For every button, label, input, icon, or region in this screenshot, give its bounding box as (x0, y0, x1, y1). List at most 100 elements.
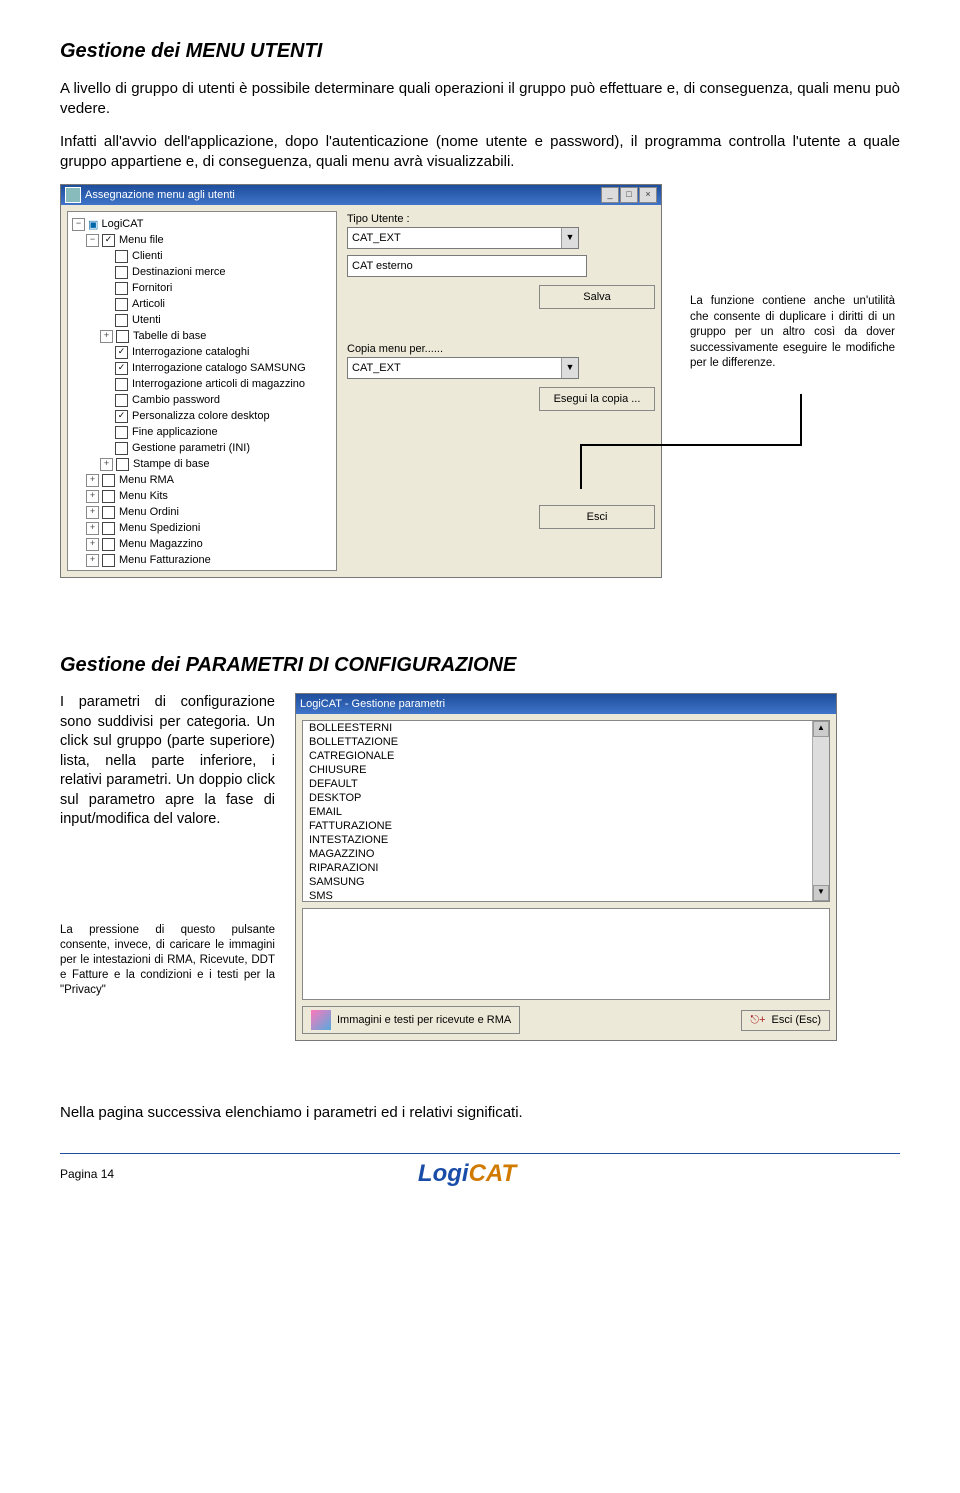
checkbox[interactable] (102, 570, 115, 572)
checkbox[interactable] (115, 362, 128, 375)
checkbox[interactable] (115, 442, 128, 455)
logicat-logo: LogiCAT (418, 1160, 516, 1188)
tree-item[interactable]: Cambio password (72, 392, 332, 408)
tipo-utente-label: Tipo Utente : (347, 213, 655, 225)
tree-label: Menu Ordini (119, 506, 179, 518)
tree-item[interactable]: +Menu Magazzino (72, 536, 332, 552)
tree-label: Menu Kits (119, 490, 168, 502)
tree-item[interactable]: Destinazioni merce (72, 264, 332, 280)
salva-button[interactable]: Salva (539, 285, 655, 309)
checkbox[interactable] (102, 522, 115, 535)
list-item[interactable]: CHIUSURE (303, 763, 829, 777)
menu-tree[interactable]: −▣ LogiCAT−Menu fileClienti Destinazioni … (67, 211, 337, 571)
tree-label: Interrogazione articoli di magazzino (132, 378, 305, 390)
list-item[interactable]: CATREGIONALE (303, 749, 829, 763)
chevron-down-icon[interactable]: ▼ (561, 358, 578, 378)
closing-text: Nella pagina successiva elenchiamo i par… (60, 1103, 900, 1123)
checkbox[interactable] (116, 330, 129, 343)
scroll-down-icon[interactable]: ▼ (813, 885, 829, 901)
tree-item[interactable]: Fine applicazione (72, 424, 332, 440)
tree-item[interactable]: +Tabelle di base (72, 328, 332, 344)
app-icon (65, 187, 81, 203)
right-panel: Tipo Utente : CAT_EXT ▼ CAT esterno Salv… (337, 211, 655, 571)
checkbox[interactable] (115, 426, 128, 439)
checkbox[interactable] (115, 346, 128, 359)
checkbox[interactable] (102, 538, 115, 551)
chevron-down-icon[interactable]: ▼ (561, 228, 578, 248)
tree-item[interactable]: Articoli (72, 296, 332, 312)
tree-item[interactable]: Utenti (72, 312, 332, 328)
checkbox[interactable] (102, 474, 115, 487)
tree-item[interactable]: Personalizza colore desktop (72, 408, 332, 424)
tree-item[interactable]: Interrogazione articoli di magazzino (72, 376, 332, 392)
tree-item[interactable]: +Menu Kits (72, 488, 332, 504)
tipo-utente-desc: CAT esterno (347, 255, 587, 277)
list-item[interactable]: SAMSUNG (303, 875, 829, 889)
list-item[interactable]: DEFAULT (303, 777, 829, 791)
list-item[interactable]: DESKTOP (303, 791, 829, 805)
tree-item[interactable]: Interrogazione cataloghi (72, 344, 332, 360)
esci-button[interactable]: Esci (539, 505, 655, 529)
list-item[interactable]: BOLLETTAZIONE (303, 735, 829, 749)
scrollbar[interactable]: ▲ ▼ (812, 721, 829, 901)
tree-item[interactable]: Interrogazione catalogo SAMSUNG (72, 360, 332, 376)
list-item[interactable]: MAGAZZINO (303, 847, 829, 861)
checkbox[interactable] (115, 394, 128, 407)
tree-root[interactable]: −▣ LogiCAT (72, 216, 332, 232)
close-button[interactable]: × (639, 187, 657, 203)
tree-label: Menu Fatturazione (119, 554, 211, 566)
checkbox[interactable] (115, 250, 128, 263)
minimize-button[interactable]: _ (601, 187, 619, 203)
list-item[interactable]: EMAIL (303, 805, 829, 819)
tree-item[interactable]: +Stampe di base (72, 456, 332, 472)
list-item[interactable]: INTESTAZIONE (303, 833, 829, 847)
tree-item[interactable]: Gestione parametri (INI) (72, 440, 332, 456)
section1-title: Gestione dei MENU UTENTI (60, 40, 900, 63)
checkbox[interactable] (102, 234, 115, 247)
tree-label: Tabelle di base (133, 330, 206, 342)
immagini-testi-button[interactable]: Immagini e testi per ricevute e RMA (302, 1006, 520, 1034)
checkbox[interactable] (115, 282, 128, 295)
list-item[interactable]: BOLLEESTERNI (303, 721, 829, 735)
checkbox[interactable] (115, 314, 128, 327)
tree-item[interactable]: +Menu Spedizioni (72, 520, 332, 536)
page-footer: Pagina 14 LogiCAT (60, 1160, 900, 1188)
checkbox[interactable] (115, 298, 128, 311)
tipo-utente-combo[interactable]: CAT_EXT ▼ (347, 227, 579, 249)
titlebar[interactable]: LogiCAT - Gestione parametri (296, 694, 836, 714)
maximize-button[interactable]: □ (620, 187, 638, 203)
titlebar[interactable]: Assegnazione menu agli utenti _ □ × (61, 185, 661, 205)
checkbox[interactable] (115, 378, 128, 391)
tree-item[interactable]: +Menu Fatturazione (72, 552, 332, 568)
checkbox[interactable] (102, 554, 115, 567)
tree-item[interactable]: Fornitori (72, 280, 332, 296)
title-bold: MENU UTENTI (186, 40, 323, 62)
immagini-testi-label: Immagini e testi per ricevute e RMA (337, 1014, 511, 1026)
esci-label: Esci (Esc) (772, 1014, 822, 1026)
list-item[interactable]: RIPARAZIONI (303, 861, 829, 875)
tree-label: Utenti (132, 314, 161, 326)
tipo-utente-value: CAT_EXT (348, 232, 561, 244)
checkbox[interactable] (102, 506, 115, 519)
checkbox[interactable] (102, 490, 115, 503)
list-item[interactable]: SMS (303, 889, 829, 902)
page-number: Pagina 14 (60, 1167, 114, 1181)
tree-item[interactable]: Clienti (72, 248, 332, 264)
tree-label: Fine applicazione (132, 426, 218, 438)
tree-item[interactable]: +Menu Importazioni (72, 568, 332, 571)
tree-item[interactable]: +Menu RMA (72, 472, 332, 488)
tree-item[interactable]: +Menu Ordini (72, 504, 332, 520)
esegui-copia-button[interactable]: Esegui la copia ... (539, 387, 655, 411)
checkbox[interactable] (115, 410, 128, 423)
list-item[interactable]: FATTURAZIONE (303, 819, 829, 833)
copia-menu-combo[interactable]: CAT_EXT ▼ (347, 357, 579, 379)
tree-label: Destinazioni merce (132, 266, 226, 278)
param-detail-list[interactable] (302, 908, 830, 1000)
esci-button[interactable]: ⎋+ Esci (Esc) (741, 1010, 830, 1031)
tree-item[interactable]: −Menu file (72, 232, 332, 248)
scroll-up-icon[interactable]: ▲ (813, 721, 829, 737)
tree-label: Fornitori (132, 282, 172, 294)
checkbox[interactable] (115, 266, 128, 279)
checkbox[interactable] (116, 458, 129, 471)
param-group-list[interactable]: BOLLEESTERNIBOLLETTAZIONECATREGIONALECHI… (302, 720, 830, 902)
